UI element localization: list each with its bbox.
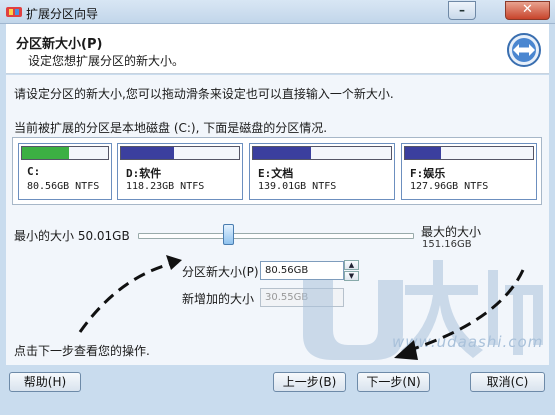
help-button[interactable]: 帮助(H) bbox=[9, 372, 81, 392]
new-size-spinner[interactable]: ▲ ▼ bbox=[344, 260, 359, 281]
chevron-up-icon: ▲ bbox=[348, 261, 355, 269]
watermark-text: www.udaashi.com bbox=[392, 333, 544, 351]
partition-label: E:文档 bbox=[258, 167, 294, 180]
minimize-button[interactable]: – bbox=[448, 1, 476, 20]
back-button[interactable]: 上一步(B) bbox=[273, 372, 346, 392]
partition-usage-bar bbox=[120, 146, 240, 160]
new-size-label: 分区新大小(P) bbox=[182, 265, 259, 279]
partition-d[interactable]: D:软件 118.23GB NTFS bbox=[117, 143, 243, 200]
partition-size: 139.01GB NTFS bbox=[258, 181, 337, 192]
max-size-value: 151.16GB bbox=[422, 239, 472, 250]
partition-usage-fill bbox=[253, 147, 311, 159]
minimize-icon: – bbox=[459, 3, 465, 17]
new-size-input[interactable]: 80.56GB bbox=[260, 261, 344, 280]
title-bar: 扩展分区向导 – ✕ bbox=[0, 0, 555, 24]
disk-map: C: 80.56GB NTFS D:软件 118.23GB NTFS E:文档 … bbox=[12, 137, 542, 205]
close-icon: ✕ bbox=[522, 2, 533, 17]
instruction-text: 请设定分区的新大小,您可以拖动滑条来设定也可以直接输入一个新大小. bbox=[14, 87, 394, 101]
resize-arrows-icon bbox=[507, 33, 541, 67]
hint-text: 点击下一步查看您的操作. bbox=[14, 344, 150, 358]
wizard-header: 分区新大小(P) 设定您想扩展分区的新大小。 bbox=[6, 24, 549, 74]
added-size-field: 30.55GB bbox=[260, 288, 344, 307]
slider-thumb[interactable] bbox=[223, 224, 234, 245]
partition-usage-bar bbox=[21, 146, 109, 160]
added-size-label: 新增加的大小 bbox=[182, 292, 255, 306]
partition-usage-fill bbox=[22, 147, 70, 159]
header-title: 分区新大小(P) bbox=[16, 37, 103, 52]
next-button[interactable]: 下一步(N) bbox=[357, 372, 430, 392]
partition-usage-fill bbox=[121, 147, 175, 159]
min-size-label: 最小的大小 50.01GB bbox=[14, 229, 130, 243]
chevron-down-icon: ▼ bbox=[348, 272, 355, 280]
partition-size: 127.96GB NTFS bbox=[410, 181, 489, 192]
partition-usage-bar bbox=[252, 146, 392, 160]
wizard-body: 请设定分区的新大小,您可以拖动滑条来设定也可以直接输入一个新大小. 当前被扩展的… bbox=[6, 75, 549, 365]
header-subtitle: 设定您想扩展分区的新大小。 bbox=[28, 54, 185, 68]
wizard-footer: 帮助(H) 上一步(B) 下一步(N) 取消(C) bbox=[0, 366, 555, 415]
partition-f[interactable]: F:娱乐 127.96GB NTFS bbox=[401, 143, 537, 200]
partition-size: 80.56GB NTFS bbox=[27, 181, 100, 192]
close-button[interactable]: ✕ bbox=[505, 1, 550, 20]
partition-label: F:娱乐 bbox=[410, 167, 446, 180]
slider-track[interactable] bbox=[138, 233, 414, 239]
spin-up-button[interactable]: ▲ bbox=[344, 260, 359, 270]
max-size-label: 最大的大小 bbox=[421, 225, 482, 239]
app-icon bbox=[6, 7, 22, 17]
cancel-button[interactable]: 取消(C) bbox=[470, 372, 545, 392]
partition-usage-bar bbox=[404, 146, 534, 160]
size-slider[interactable] bbox=[138, 224, 414, 245]
partition-size: 118.23GB NTFS bbox=[126, 181, 205, 192]
spin-down-button[interactable]: ▼ bbox=[344, 271, 359, 281]
current-partition-text: 当前被扩展的分区是本地磁盘 (C:), 下面是磁盘的分区情况. bbox=[14, 121, 328, 135]
partition-label: C: bbox=[27, 165, 41, 178]
partition-usage-fill bbox=[405, 147, 441, 159]
partition-e[interactable]: E:文档 139.01GB NTFS bbox=[249, 143, 395, 200]
window-title: 扩展分区向导 bbox=[26, 7, 99, 21]
partition-label: D:软件 bbox=[126, 167, 162, 180]
partition-c[interactable]: C: 80.56GB NTFS bbox=[18, 143, 112, 200]
